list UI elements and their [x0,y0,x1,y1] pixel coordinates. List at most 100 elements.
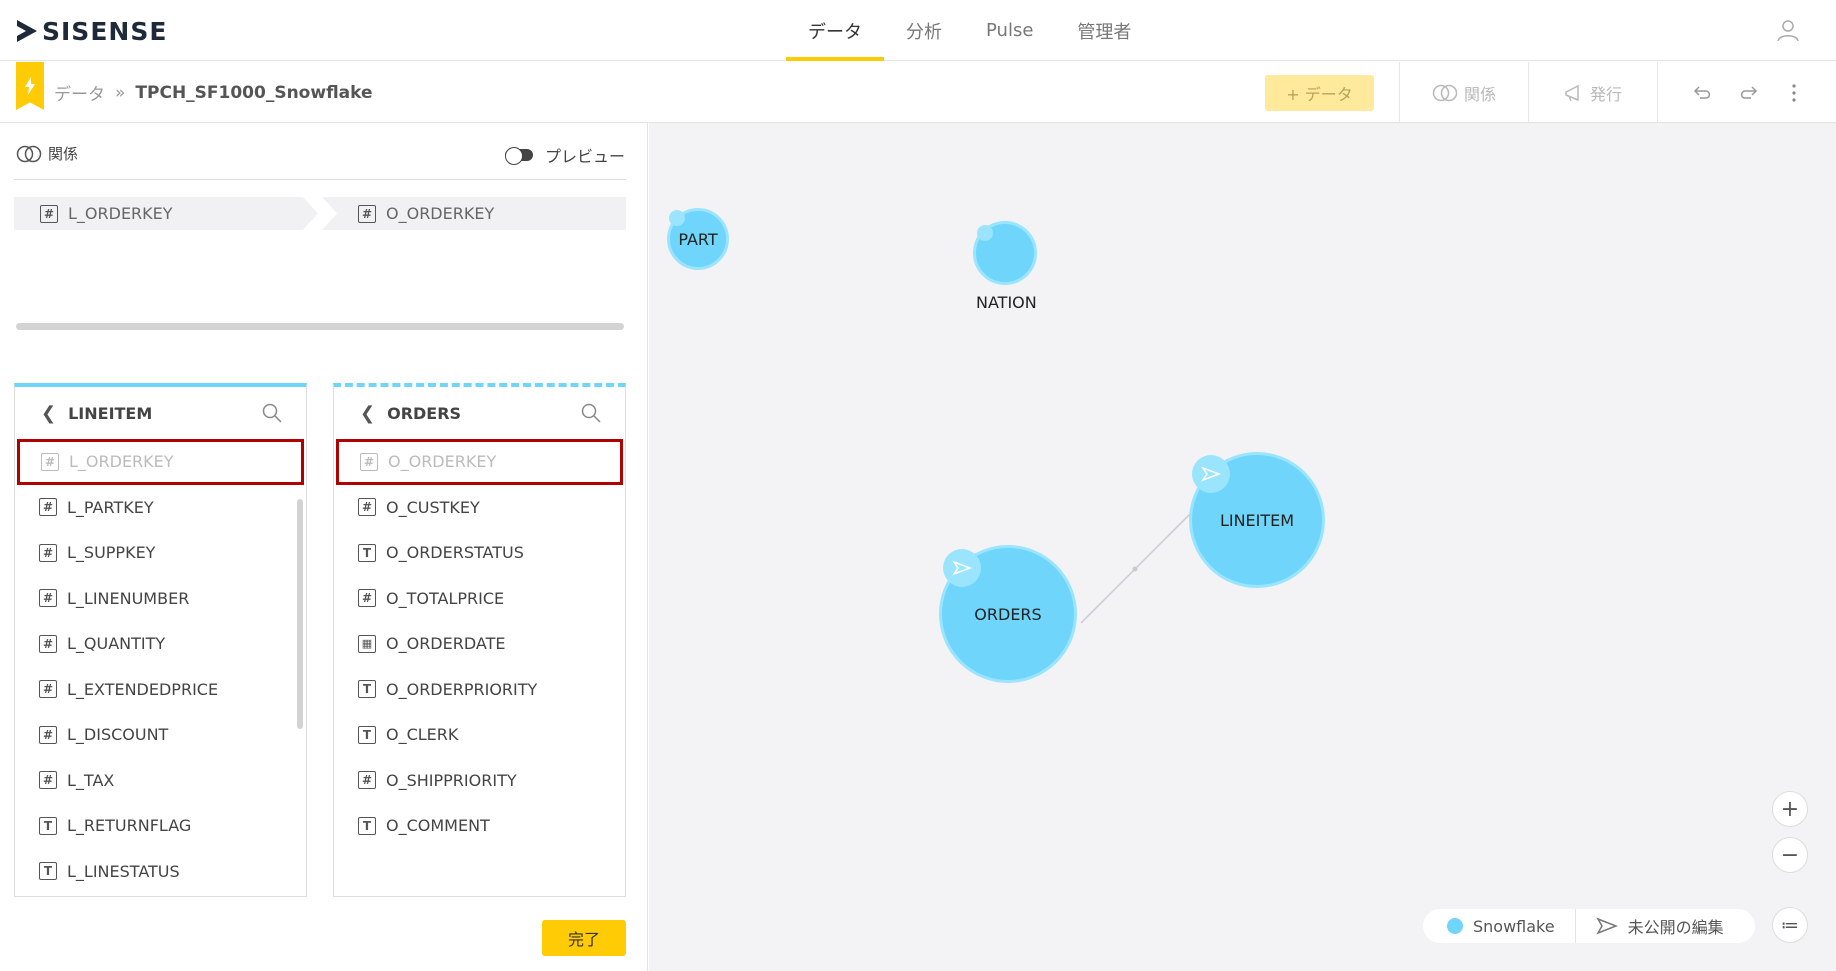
undo-icon[interactable] [1693,84,1713,102]
breadcrumb-bar: データ » TPCH_SF1000_Snowflake + データ 関係 発行 [0,62,1836,123]
column-row[interactable]: T O_COMMENT [334,803,625,849]
column-row[interactable]: T O_ORDERPRIORITY [334,667,625,713]
snowflake-source-dot-icon [1447,918,1463,934]
lineitem-column-list: ❮ LINEITEM # L_ORDERKEY # L_PARTKEY # L_SUPPK… [14,383,307,897]
breadcrumb-separator: » [115,82,126,103]
nav-tab-analytics[interactable]: 分析 [884,0,964,61]
add-data-button[interactable]: + データ [1265,75,1374,111]
orders-table-title: ORDERS [387,403,462,423]
breadcrumb: データ » TPCH_SF1000_Snowflake [54,80,373,106]
orders-rows: # O_ORDERKEY # O_CUSTKEY T O_ORDERSTATUS # O_TO… [334,439,625,849]
back-chevron-icon[interactable]: ❮ [41,403,56,424]
column-name: O_ORDERKEY [388,452,497,472]
nav-tab-admin[interactable]: 管理者 [1055,0,1153,61]
column-row[interactable]: T O_CLERK [334,712,625,758]
text-type-icon: T [358,543,376,562]
user-icon[interactable] [1776,18,1800,42]
logo-text: SISENSE [42,16,168,46]
text-type-icon: T [39,816,57,835]
column-name: L_ORDERKEY [69,452,174,472]
nav-tab-data[interactable]: データ [786,0,884,61]
number-type-icon: # [39,725,57,744]
number-type-icon: # [39,634,57,653]
breadcrumb-root[interactable]: データ [54,80,105,105]
column-name: O_TOTALPRICE [386,588,505,608]
redo-icon[interactable] [1738,84,1758,102]
search-icon[interactable] [262,403,282,423]
column-row[interactable]: # L_TAX [15,758,306,804]
column-row[interactable]: # L_ORDERKEY [17,439,304,485]
column-name: O_ORDERPRIORITY [386,679,538,699]
column-row[interactable]: T O_ORDERSTATUS [334,530,625,576]
more-options-icon[interactable] [1790,83,1798,103]
back-chevron-icon[interactable]: ❮ [360,403,375,424]
relation-left-field[interactable]: # L_ORDERKEY [14,197,318,230]
column-row[interactable]: T L_RETURNFLAG [15,803,306,849]
column-name: O_COMMENT [386,816,490,836]
text-type-icon: T [358,680,376,699]
schema-canvas[interactable]: PART NATION LINEITEM ORDERS + − ≔ [649,123,1836,971]
divider [14,179,626,180]
column-row[interactable]: T L_LINESTATUS [15,849,306,895]
node-part-label: PART [678,229,718,249]
search-icon[interactable] [581,403,601,423]
text-type-icon: T [39,862,57,881]
preview-switch[interactable] [504,147,533,165]
relations-button-label: 関係 [1464,85,1497,104]
number-type-icon: # [39,498,57,517]
column-name: L_TAX [67,770,115,790]
number-type-icon: # [41,452,59,471]
column-row[interactable]: # O_SHIPPRIORITY [334,758,625,804]
node-orders-label: ORDERS [974,604,1042,624]
done-button[interactable]: 完了 [542,920,626,956]
relation-right-field[interactable]: # O_ORDERKEY [322,197,626,230]
column-name: L_LINENUMBER [67,588,190,608]
column-row[interactable]: ▦ O_ORDERDATE [334,621,625,667]
column-row[interactable]: # O_ORDERKEY [336,439,623,485]
node-lineitem-label: LINEITEM [1219,510,1295,530]
orders-table-header: ❮ ORDERS [334,387,625,439]
unpublished-edit-badge-icon [977,225,993,241]
relation-left-field-label: L_ORDERKEY [68,204,173,223]
vertical-scrollbar[interactable] [297,499,303,729]
column-row[interactable]: # O_CUSTKEY [334,485,625,531]
relation-link-midpoint [1132,566,1138,572]
preview-toggle[interactable]: プレビュー [504,143,625,167]
column-row[interactable]: # L_QUANTITY [15,621,306,667]
publish-button-label: 発行 [1590,85,1623,104]
relation-title: 関係 [48,145,79,163]
column-row[interactable]: # O_TOTALPRICE [334,576,625,622]
number-type-icon: # [358,498,376,517]
column-name: L_PARTKEY [67,497,154,517]
node-nation-label: NATION [976,293,1037,312]
zoom-in-button[interactable]: + [1772,791,1808,827]
column-name: O_CLERK [386,725,459,745]
legend-unpublished-label: 未公開の編集 [1627,918,1724,937]
list-view-button[interactable]: ≔ [1772,907,1808,943]
toolbar-divider [1657,62,1658,123]
sisense-logo-icon [17,20,37,42]
relations-button[interactable]: 関係 [1432,75,1496,111]
column-row[interactable]: # L_DISCOUNT [15,712,306,758]
column-name: O_CUSTKEY [386,497,480,517]
horizontal-scrollbar[interactable] [16,323,624,330]
number-type-icon: # [358,204,376,223]
publish-button[interactable]: 発行 [1564,75,1622,111]
number-type-icon: # [40,204,58,223]
zoom-out-button[interactable]: − [1772,837,1808,873]
main-nav: データ 分析 Pulse 管理者 [786,0,1153,61]
orders-column-list: ❮ ORDERS # O_ORDERKEY # O_CUSTKEY T O_ORDERST… [333,383,626,897]
column-row[interactable]: # L_SUPPKEY [15,530,306,576]
column-row[interactable]: # L_LINENUMBER [15,576,306,622]
legend-source-label: Snowflake [1473,916,1555,936]
relation-editor-panel: 関係 プレビュー # L_ORDERKEY # O_ORDERKEY ❮ LIN… [0,123,648,971]
nav-tab-pulse[interactable]: Pulse [964,0,1055,61]
legend-divider [1574,909,1576,943]
toolbar-divider [1528,62,1529,123]
send-badge-icon [943,549,981,587]
top-navbar: SISENSE データ 分析 Pulse 管理者 [0,0,1836,61]
sisense-logo[interactable]: SISENSE [16,16,168,46]
column-row[interactable]: # L_PARTKEY [15,485,306,531]
column-row[interactable]: # L_EXTENDEDPRICE [15,667,306,713]
column-name: L_EXTENDEDPRICE [67,679,219,699]
